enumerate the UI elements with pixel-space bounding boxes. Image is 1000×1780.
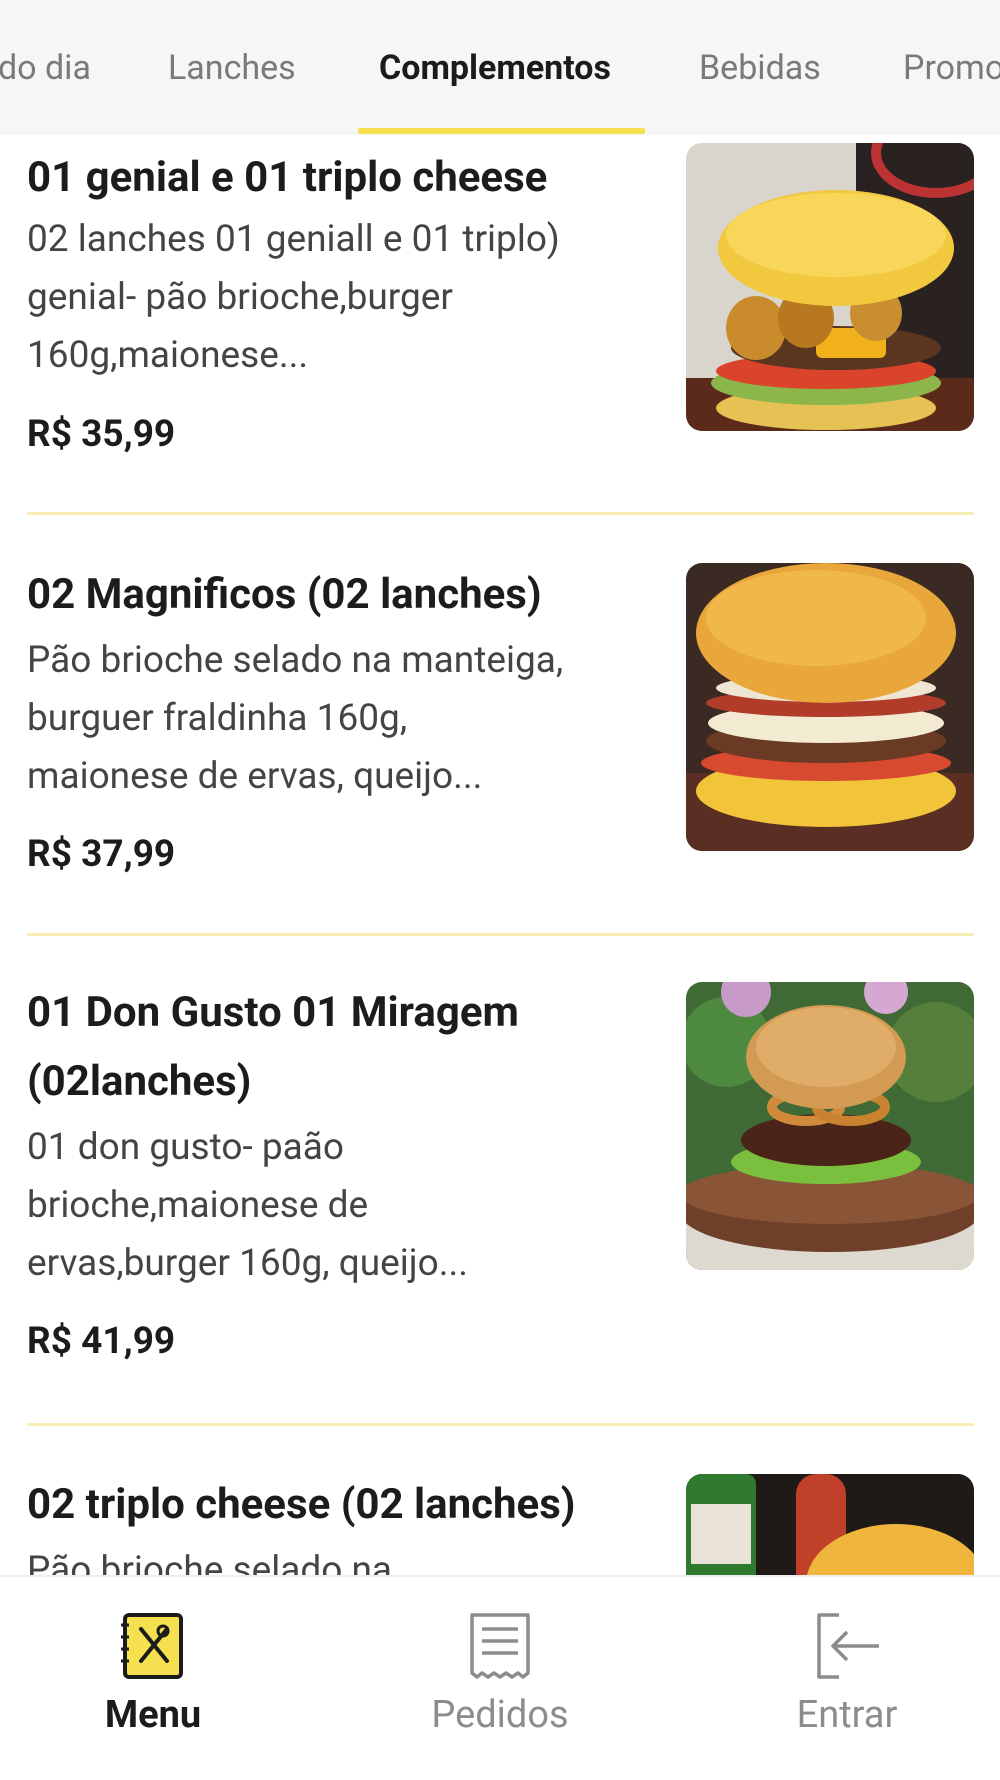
nav-label: Menu (104, 1693, 202, 1737)
item-title: 01 Don Gusto 01 Miragem (27, 988, 519, 1037)
item-price: R$ 41,99 (27, 1320, 176, 1363)
product-image (686, 143, 974, 431)
product-list[interactable]: 01 genial e 01 triplo cheese 02 lanches … (0, 135, 1000, 1575)
nav-pedidos[interactable]: Pedidos (400, 1577, 600, 1780)
item-description-line: 01 don gusto- paão (27, 1126, 344, 1169)
category-tabs: do dia Lanches Complementos Bebidas Prom… (0, 0, 1000, 135)
tab-lanches[interactable]: Lanches (168, 0, 296, 135)
bottom-navigation: Menu Pedidos Entrar (0, 1575, 1000, 1780)
tab-do-dia[interactable]: do dia (0, 0, 91, 135)
tab-complementos[interactable]: Complementos (379, 0, 611, 135)
item-title: 01 genial e 01 triplo cheese (27, 153, 548, 202)
product-image (686, 1474, 974, 1575)
receipt-icon (470, 1613, 530, 1679)
nav-label: Pedidos (431, 1693, 569, 1737)
item-description-line: 02 lanches 01 geniall e 01 triplo) (27, 218, 560, 261)
item-description-line: maionese de ervas, queijo... (27, 755, 483, 798)
item-description-line: genial- pão brioche,burger (27, 276, 453, 319)
item-description-line: 160g,maionese... (27, 334, 309, 377)
item-title-line-2: (02lanches) (27, 1057, 252, 1106)
item-description-line: brioche,maionese de (27, 1184, 369, 1227)
list-item[interactable]: 02 Magnificos (02 lanches) Pão brioche s… (0, 515, 1000, 936)
list-item[interactable]: 01 Don Gusto 01 Miragem (02lanches) 01 d… (0, 935, 1000, 1426)
item-description-line: burguer fraldinha 160g, (27, 697, 408, 740)
tab-bebidas[interactable]: Bebidas (699, 0, 821, 135)
login-icon (817, 1613, 879, 1679)
product-image (686, 563, 974, 851)
tab-promo[interactable]: Promo (903, 0, 1000, 135)
menu-book-icon (121, 1613, 183, 1679)
item-title: 02 Magnificos (02 lanches) (27, 570, 542, 619)
nav-entrar[interactable]: Entrar (747, 1577, 947, 1780)
nav-label: Entrar (796, 1693, 898, 1737)
list-item[interactable]: 01 genial e 01 triplo cheese 02 lanches … (0, 135, 1000, 515)
item-title: 02 triplo cheese (02 lanches) (27, 1480, 576, 1529)
product-image (686, 982, 974, 1270)
active-tab-indicator (358, 128, 645, 134)
list-item[interactable]: 02 triplo cheese (02 lanches) Pão brioch… (0, 1425, 1000, 1575)
item-description-line: ervas,burger 160g, queijo... (27, 1242, 469, 1285)
item-price: R$ 37,99 (27, 833, 176, 876)
item-description-line: Pão brioche selado na (27, 1549, 393, 1575)
item-description-line: Pão brioche selado na manteiga, (27, 639, 564, 682)
nav-menu[interactable]: Menu (53, 1577, 253, 1780)
item-price: R$ 35,99 (27, 413, 176, 456)
